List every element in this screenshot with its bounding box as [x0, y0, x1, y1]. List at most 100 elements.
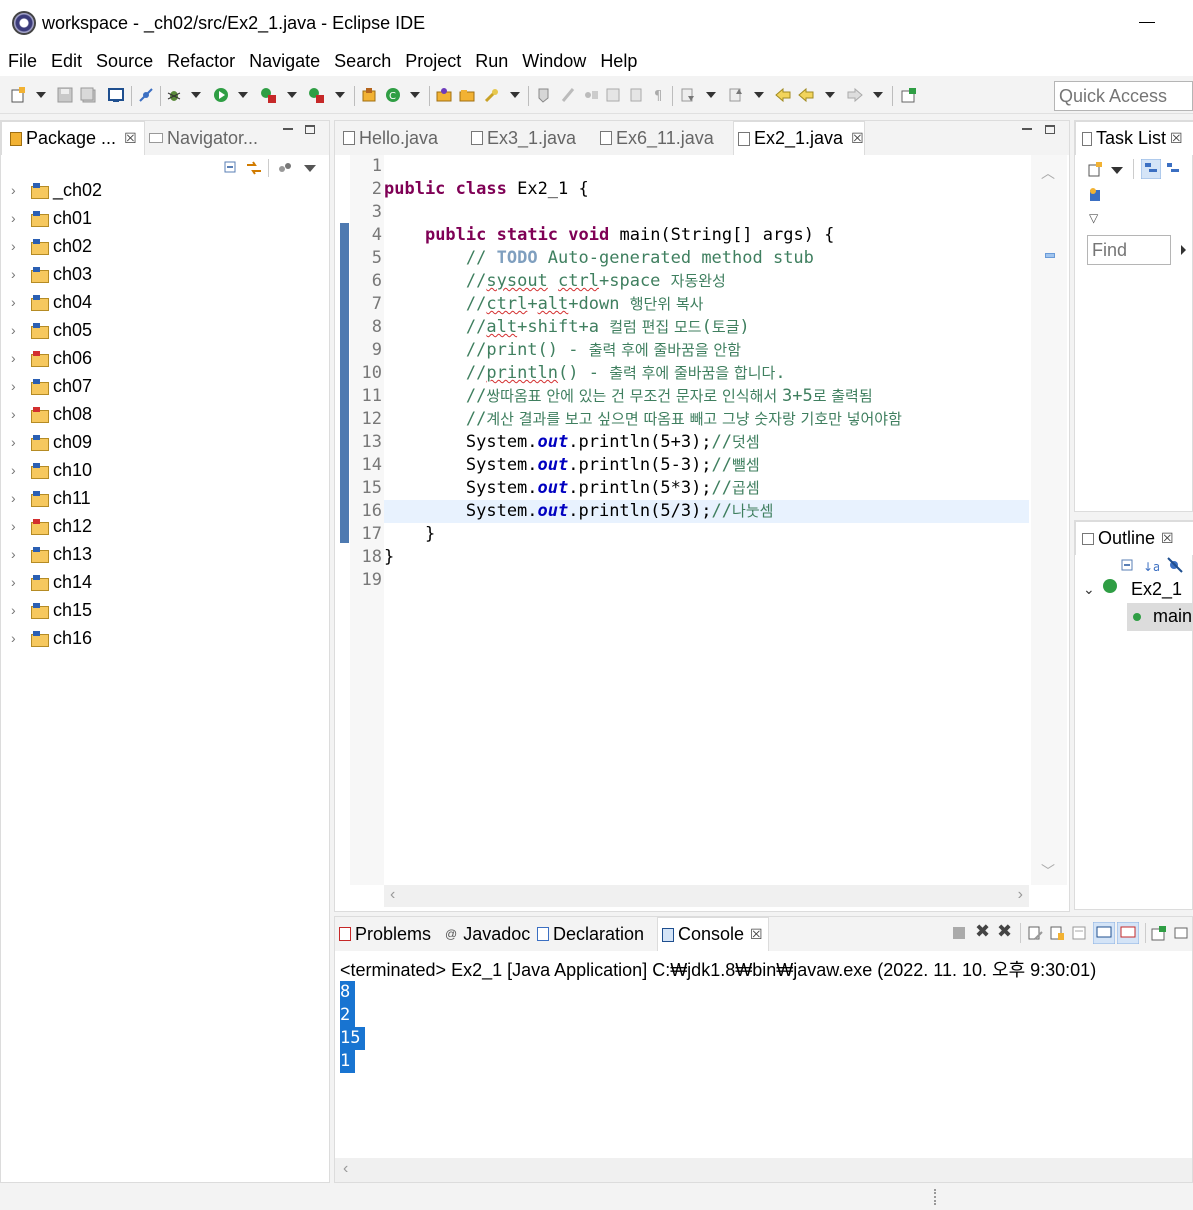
expand-chevron-icon[interactable]: › [11, 546, 31, 562]
expand-chevron-icon[interactable]: › [11, 518, 31, 534]
skip-breakpoints-icon[interactable] [138, 87, 154, 103]
project-item[interactable]: › ch06 [1, 344, 92, 372]
task-repository-icon[interactable] [1087, 187, 1103, 203]
menu-project[interactable]: Project [405, 51, 461, 72]
clear-console-icon[interactable] [1027, 925, 1043, 941]
project-item[interactable]: › ch15 [1, 596, 92, 624]
code-line-18[interactable]: } [384, 546, 1029, 569]
close-icon[interactable]: ☒ [124, 130, 137, 147]
forward-icon[interactable] [847, 87, 863, 103]
toggle-breadcrumb-icon[interactable] [560, 87, 576, 103]
remove-all-terminated-icon[interactable]: ✖ [997, 921, 1012, 942]
menu-refactor[interactable]: Refactor [167, 51, 235, 72]
expand-chevron-icon[interactable]: › [11, 462, 31, 478]
menu-source[interactable]: Source [96, 51, 153, 72]
run-dropdown-icon[interactable] [238, 92, 248, 98]
code-line-10[interactable]: //println() - 출력 후에 줄바꿈을 합니다. [384, 362, 1029, 385]
expand-chevron-icon[interactable]: › [11, 406, 31, 422]
tab-task-list[interactable]: Task List ☒ [1075, 121, 1193, 155]
console-body[interactable]: <terminated> Ex2_1 [Java Application] C:… [335, 951, 1192, 1182]
tab-declaration[interactable]: Declaration [537, 917, 655, 951]
expand-chevron-icon[interactable]: › [11, 238, 31, 254]
project-item[interactable]: › ch03 [1, 260, 92, 288]
new-java-project-icon[interactable] [361, 87, 377, 103]
collapse-all-icon[interactable] [1121, 559, 1135, 573]
expand-chevron-icon[interactable]: › [11, 630, 31, 646]
tab-package-explorer[interactable]: Package ... ☒ [1, 121, 145, 155]
project-item[interactable]: › ch14 [1, 568, 92, 596]
tab-ex2-1-java[interactable]: Ex2_1.java ☒ [733, 121, 865, 155]
pilcrow-icon[interactable]: ¶ [651, 87, 667, 103]
filter-icon[interactable] [278, 162, 292, 174]
new-task-dropdown-icon[interactable] [1111, 167, 1123, 174]
collapse-all-icon[interactable] [224, 161, 238, 175]
last-edit-location-icon[interactable] [775, 87, 791, 103]
save-icon[interactable] [57, 87, 73, 103]
toggle-mark-occurrences-icon[interactable] [536, 87, 552, 103]
code-line-17[interactable]: } [384, 523, 1029, 546]
expand-chevron-icon[interactable]: › [11, 294, 31, 310]
code-line-1[interactable] [384, 155, 1029, 178]
tab-javadoc[interactable]: @ Javadoc [445, 917, 533, 951]
find-menu-icon[interactable] [1181, 245, 1186, 255]
console-output-line[interactable]: 15 [340, 1027, 366, 1050]
sort-icon[interactable]: ↓a [1143, 557, 1159, 575]
menu-edit[interactable]: Edit [51, 51, 82, 72]
menu-run[interactable]: Run [475, 51, 508, 72]
close-icon[interactable]: ☒ [1170, 130, 1183, 147]
menu-navigate[interactable]: Navigate [249, 51, 320, 72]
code-line-11[interactable]: //쌍따옴표 안에 있는 건 무조건 문자로 인식해서 3+5로 출력됨 [384, 385, 1029, 408]
search-icon[interactable] [484, 87, 500, 103]
next-annotation-dropdown-icon[interactable] [706, 92, 716, 98]
menu-file[interactable]: File [8, 51, 37, 72]
expand-chevron-icon[interactable]: ▽ [1089, 211, 1098, 225]
tab-ex6-11-java[interactable]: Ex6_11.java [598, 121, 728, 155]
open-perspective-icon[interactable] [901, 87, 917, 103]
annotation-marker[interactable] [1045, 253, 1055, 258]
code-line-8[interactable]: //alt+shift+a 컬럼 편집 모드(토글) [384, 316, 1029, 339]
code-area[interactable]: public class Ex2_1 { public static void … [384, 155, 1029, 885]
code-line-13[interactable]: System.out.println(5+3);//덧셈 [384, 431, 1029, 454]
close-icon[interactable]: ☒ [1161, 530, 1174, 547]
code-line-9[interactable]: //print() - 출력 후에 줄바꿈을 안함 [384, 339, 1029, 362]
project-item[interactable]: › ch04 [1, 288, 92, 316]
coverage-dropdown-icon[interactable] [287, 92, 297, 98]
tab-hello-java[interactable]: Hello.java [341, 121, 459, 155]
back-dropdown-icon[interactable] [825, 92, 835, 98]
project-item[interactable]: › ch13 [1, 540, 92, 568]
back-icon[interactable] [798, 87, 814, 103]
overview-ruler[interactable]: ︿ ﹀ [1031, 155, 1067, 885]
debug-icon[interactable] [166, 87, 182, 103]
link-with-editor-icon[interactable] [246, 161, 262, 175]
tab-problems[interactable]: Problems [337, 917, 439, 951]
new-icon[interactable] [10, 87, 26, 103]
tab-navigator[interactable]: Navigator... [149, 121, 267, 155]
expand-chevron-icon[interactable]: › [11, 322, 31, 338]
code-line-19[interactable] [384, 569, 1029, 592]
open-folder-icon[interactable] [459, 87, 475, 103]
maximize-view-icon[interactable] [305, 125, 315, 134]
code-line-5[interactable]: // TODO Auto-generated method stub [384, 247, 1029, 270]
expand-chevron-icon[interactable]: › [11, 182, 31, 198]
external-tools-dropdown-icon[interactable] [335, 92, 345, 98]
outline-class-label[interactable]: Ex2_1 [1131, 579, 1182, 600]
expand-chevron-icon[interactable]: › [11, 378, 31, 394]
expand-chevron-icon[interactable]: › [11, 574, 31, 590]
previous-annotation-icon[interactable] [728, 87, 744, 103]
code-line-15[interactable]: System.out.println(5*3);//곱셈 [384, 477, 1029, 500]
menu-help[interactable]: Help [600, 51, 637, 72]
scroll-right-icon[interactable]: › [1018, 886, 1023, 904]
quick-access-field[interactable] [1054, 81, 1193, 111]
project-item[interactable]: › ch11 [1, 484, 91, 512]
minimize-icon[interactable] [1139, 22, 1155, 23]
task-find-field[interactable] [1087, 235, 1171, 265]
pin-console-icon[interactable] [1151, 925, 1167, 941]
expand-chevron-icon[interactable]: › [11, 602, 31, 618]
editor-horizontal-scrollbar[interactable]: ‹ › [384, 885, 1029, 907]
debug-dropdown-icon[interactable] [191, 92, 201, 98]
scroll-left-icon[interactable]: ‹ [390, 886, 395, 904]
project-item[interactable]: › _ch02 [1, 176, 102, 204]
code-line-2[interactable]: public class Ex2_1 { [384, 178, 1029, 201]
terminate-icon[interactable] [953, 927, 965, 939]
code-line-7[interactable]: //ctrl+alt+down 행단위 복사 [384, 293, 1029, 316]
